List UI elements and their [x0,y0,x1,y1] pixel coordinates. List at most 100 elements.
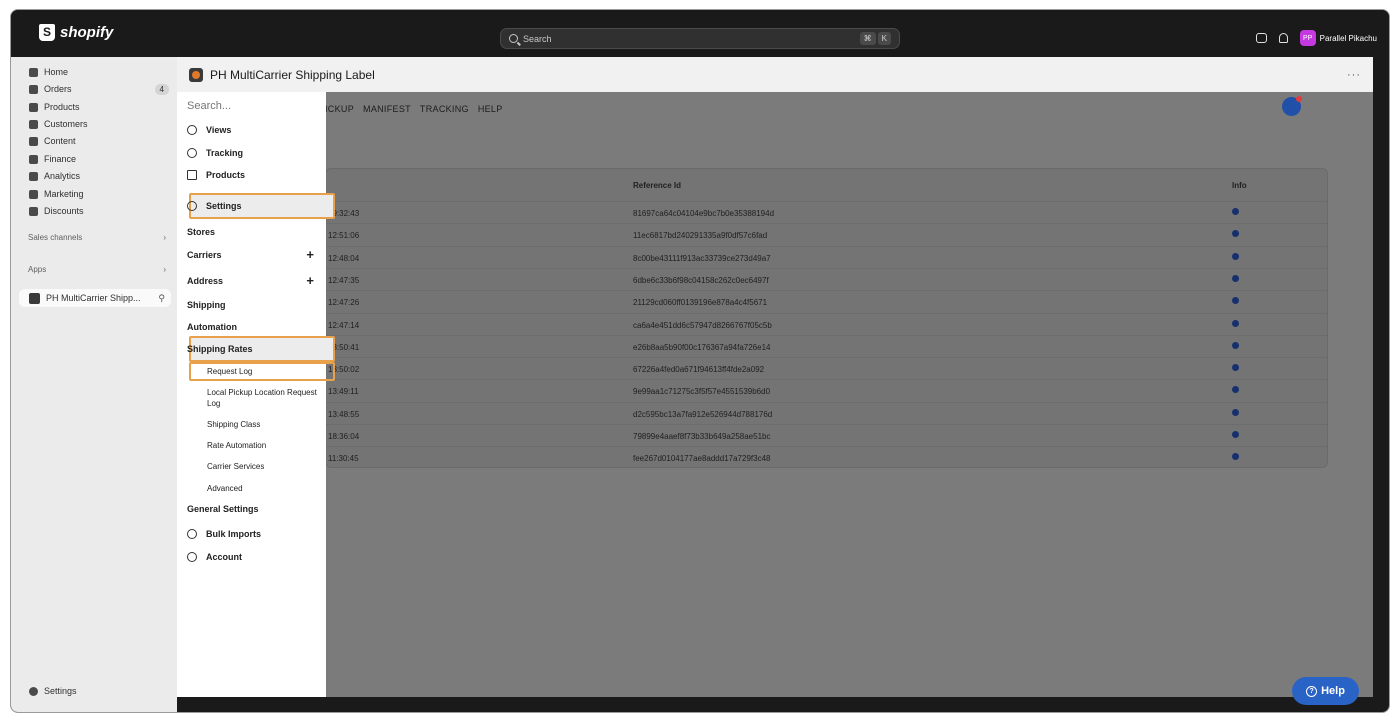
bank-icon [29,154,38,164]
submenu-item-advanced[interactable]: Advanced [207,483,319,494]
cmd-key: ⌘ [859,32,876,45]
tab-manifest[interactable]: MANIFEST [363,104,411,114]
help-button[interactable]: ? Help [1292,677,1359,705]
user-icon [187,552,197,562]
table-row[interactable]: 13:48:55 d2c595bc13a7fa912e526944d788176d [326,401,1327,424]
sidebar-item-orders[interactable]: Orders 4 [29,82,169,96]
app-notification-bell-icon[interactable] [1282,96,1302,116]
global-search-input[interactable]: Search ⌘ K [500,28,900,49]
table-row[interactable]: 13:49:11 9e99aa1c71275c3f5f57e4551539b6d0 [326,379,1327,401]
menu-item-account[interactable]: Account [187,549,322,565]
sidebar-item-analytics[interactable]: Analytics [29,169,169,183]
reference-id-header: Reference Id [633,181,682,190]
menu-item-label: Settings [206,201,242,211]
reference-id-cell: 67226a4fed0a671f94613ff4fde2a092 [633,365,765,375]
sidebar-item-label: Orders [44,84,72,94]
submenu-item-local-pickup-request-log[interactable]: Local Pickup Location Request Log [207,387,319,409]
info-icon[interactable] [1232,386,1239,394]
user-menu[interactable]: PP Parallel Pikachu [1299,30,1377,46]
app-item-label: PH MultiCarrier Shipp... [46,293,141,303]
tab-help[interactable]: HELP [478,104,503,114]
notification-bell-icon[interactable] [1278,33,1288,43]
menu-item-tracking[interactable]: Tracking [187,145,322,161]
info-icon[interactable] [1232,364,1239,372]
tab-tracking[interactable]: TRACKING [420,104,469,114]
home-icon [29,67,38,77]
submenu-item-carrier-services[interactable]: Carrier Services [207,461,319,472]
sales-channels-section[interactable]: Sales channels › [28,233,166,242]
table-row[interactable]: 12:48:04 8c00be43111f913ac33739ce273d49a7 [326,245,1327,268]
info-icon[interactable] [1232,453,1239,461]
time-cell: 18:36:04 [328,432,360,441]
sidebar-item-label: Home [44,67,69,77]
submenu-item-request-log[interactable]: Request Log [207,366,319,377]
table-row[interactable]: 12:47:26 21129cd060ff0139196e878a4c4f5671 [326,290,1327,312]
menu-item-automation[interactable]: Automation [187,319,322,335]
table-icon [187,170,197,180]
sidebar-item-home[interactable]: Home [29,65,169,79]
info-icon[interactable] [1232,408,1239,416]
info-icon[interactable] [1232,274,1239,282]
info-icon[interactable] [1232,252,1239,260]
sidebar-item-content[interactable]: Content [29,134,169,148]
sidebar: Home Orders 4 Products Customers Content … [11,57,177,712]
table-row[interactable]: 13:50:02 67226a4fed0a671f94613ff4fde2a092 [326,357,1327,379]
app-window: shopify Search ⌘ K PP Parallel Pikachu H… [10,9,1390,713]
menu-item-views[interactable]: Views [187,122,322,138]
table-row[interactable]: 12:47:14 ca6a4e451dd6c57947d8266767f05c5b [326,312,1327,335]
info-icon[interactable] [1232,431,1239,438]
menu-item-stores[interactable]: Stores [187,224,322,240]
info-icon[interactable] [1232,341,1239,349]
info-icon[interactable] [1232,319,1239,327]
reference-id-cell: e26b8aa5b90f00c176367a94fa726e14 [633,342,771,352]
reference-id-cell: 9e99aa1c71275c3f5f57e4551539b6d0 [633,387,771,397]
table-row[interactable]: 13:50:41 e26b8aa5b90f00c176367a94fa726e14 [326,334,1327,357]
table-row[interactable]: 19:32:43 81697ca64c04104e9bc7b0e35388194d [326,201,1327,223]
info-icon[interactable] [1232,297,1239,305]
sidebar-item-label: Settings [44,686,77,696]
sidebar-item-ph-multicarrier[interactable]: PH MultiCarrier Shipp... ⚲ [19,289,171,307]
store-icon[interactable] [1255,33,1267,43]
reference-id-cell: 79899e4aaef8f73b33b649a258ae51bc [633,432,771,441]
menu-item-shipping-rates[interactable]: Shipping Rates [187,341,322,357]
table-row[interactable]: 12:51:06 11ec6817bd240291335a9f0df57c6fad [326,223,1327,245]
reference-id-cell: fee267d0104177ae8addd17a729f3c48 [633,454,771,464]
more-options-icon[interactable]: ··· [1347,69,1361,81]
sidebar-item-marketing[interactable]: Marketing [29,187,169,201]
sidebar-item-customers[interactable]: Customers [29,117,169,131]
user-name: Parallel Pikachu [1319,33,1377,43]
sidebar-item-settings[interactable]: Settings [29,686,77,696]
menu-item-address[interactable]: Address + [187,273,322,289]
info-icon[interactable] [1232,230,1239,238]
sidebar-item-finance[interactable]: Finance [29,152,169,166]
tab-pickup[interactable]: ICKUP [325,104,354,114]
menu-item-general-settings[interactable]: General Settings [187,501,322,517]
menu-item-label: Views [206,125,232,135]
add-address-icon[interactable]: + [306,273,314,288]
submenu-item-rate-automation[interactable]: Rate Automation [207,440,319,451]
time-cell: 13:48:55 [328,409,360,419]
sidebar-item-discounts[interactable]: Discounts [29,204,169,218]
pin-icon[interactable]: ⚲ [158,293,165,304]
table-row[interactable]: 18:36:04 79899e4aaef8f73b33b649a258ae51bc [326,424,1327,446]
orders-count-badge: 4 [154,83,169,95]
submenu-item-shipping-class[interactable]: Shipping Class [207,419,319,430]
table-row[interactable]: 11:30:45 fee267d0104177ae8addd17a729f3c48 [326,446,1327,468]
menu-item-settings[interactable]: Settings [187,198,322,214]
add-carrier-icon[interactable]: + [306,247,314,262]
apps-section[interactable]: Apps › [28,265,166,274]
menu-item-carriers[interactable]: Carriers + [187,247,322,263]
table-row[interactable]: 12:47:35 6dbe6c33b6f98c04158c262c0ec6497f [326,267,1327,290]
menu-search-input[interactable]: Search... [187,100,231,112]
info-icon[interactable] [1232,208,1239,215]
menu-item-products[interactable]: Products [187,167,322,183]
sidebar-item-products[interactable]: Products [29,100,169,114]
time-cell: 12:48:04 [328,253,360,263]
sidebar-item-label: Discounts [44,206,84,216]
gear-icon [29,686,38,696]
shopify-logo[interactable]: shopify [39,24,113,41]
shopify-bag-icon [39,24,55,41]
search-placeholder: Search [523,33,552,44]
menu-item-bulk-imports[interactable]: Bulk Imports [187,526,322,542]
menu-item-shipping[interactable]: Shipping [187,297,322,313]
